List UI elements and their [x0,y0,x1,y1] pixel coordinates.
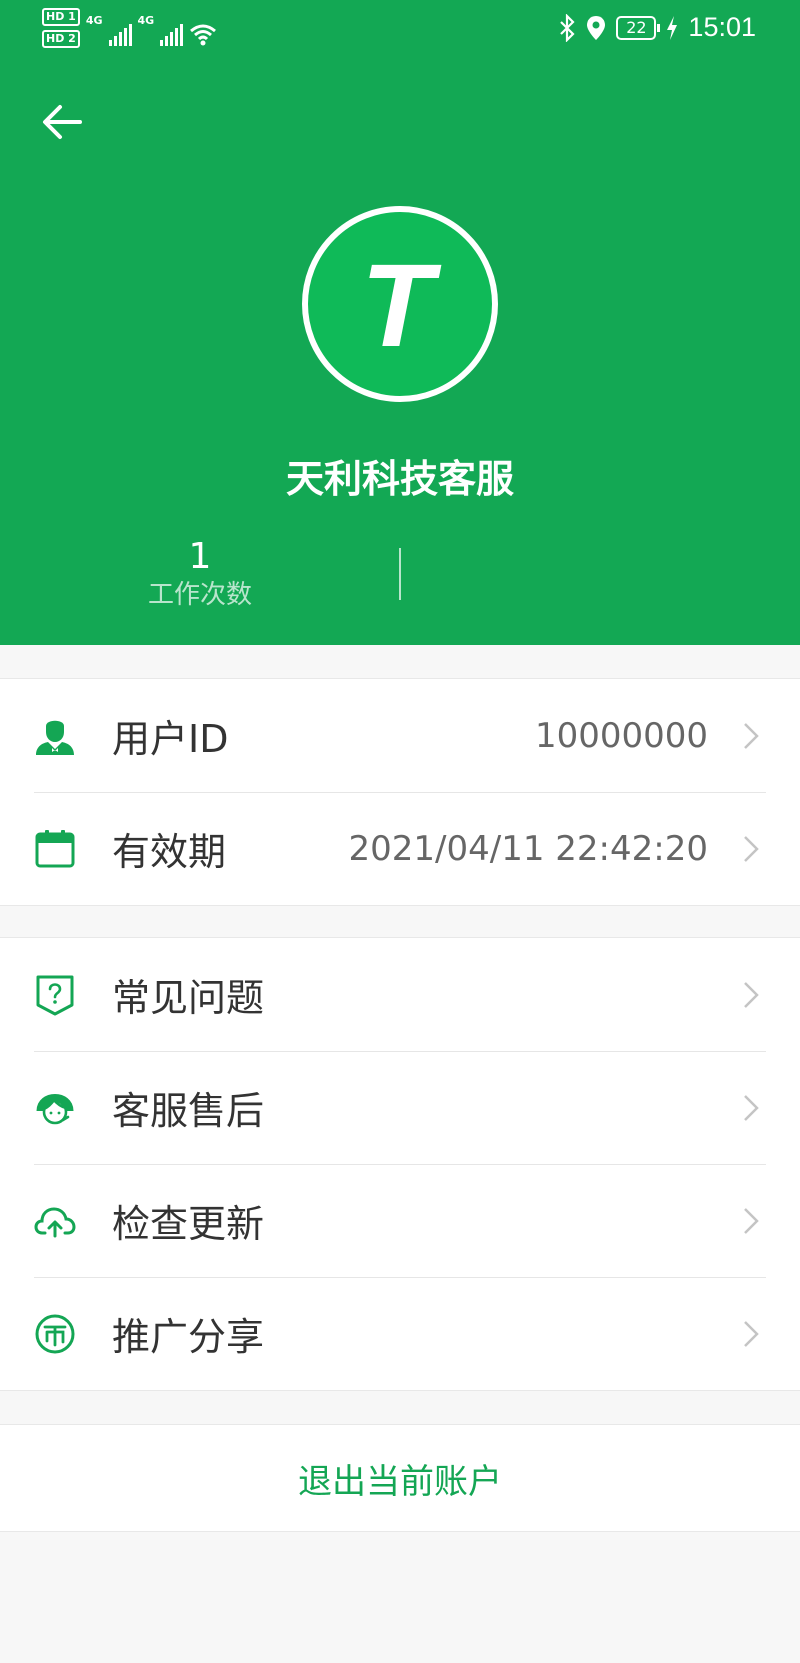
chevron-right-icon [744,835,759,862]
user-icon [36,720,74,755]
location-icon [587,15,606,40]
cloud-upload-icon [34,1206,76,1237]
signal1-icon [108,22,132,46]
chevron-right-icon [744,1094,759,1121]
row-label: 用户ID [112,717,229,761]
row-label: 推广分享 [112,1315,265,1359]
profile-name: 天利科技客服 [285,457,514,501]
question-icon [36,975,74,1015]
row-label: 常见问题 [112,976,265,1020]
chevron-right-icon [744,981,759,1008]
row-value: 10000000 [534,715,708,756]
row-user-id[interactable]: 用户ID 10000000 [0,679,800,792]
chevron-right-icon [744,1207,759,1234]
network1-label: 4G [85,14,103,27]
battery-icon: 22 [616,15,661,40]
status-bar: HD 1 HD 2 4G 4G 22 15:01 [0,0,800,60]
bluetooth-icon [560,13,575,42]
stat-divider [399,548,401,600]
charging-icon [667,15,678,40]
sim2-label: HD 2 [42,30,80,48]
stat-label: 工作次数 [147,580,252,610]
row-promote-share[interactable]: 推广分享 [0,1277,800,1390]
calendar-icon [35,829,75,867]
wifi-icon [190,24,217,46]
network2-label: 4G [137,14,155,27]
back-arrow-icon[interactable] [40,100,84,144]
row-check-update[interactable]: 检查更新 [0,1164,800,1277]
coin-icon [35,1314,75,1353]
row-label: 有效期 [112,830,227,874]
row-label: 客服售后 [112,1089,265,1133]
account-group: 用户ID 10000000 有效期 2021/04/11 22:42:20 [0,678,800,906]
row-expiry[interactable]: 有效期 2021/04/11 22:42:20 [0,792,800,905]
avatar-letter: T [360,240,434,372]
chevron-right-icon [744,722,759,749]
customer-service-icon [36,1093,74,1124]
logout-button[interactable]: 退出当前账户 [0,1424,800,1532]
row-faq[interactable]: 常见问题 [0,938,800,1051]
row-value: 2021/04/11 22:42:20 [348,828,708,869]
profile-header: HD 1 HD 2 4G 4G 22 15:01 T 天利科技客服 1 工作次数 [0,0,800,645]
sim1-label: HD 1 [42,8,80,26]
stat-work-count: 1 工作次数 [100,536,300,612]
chevron-right-icon [744,1320,759,1347]
menu-group: 常见问题 客服售后 检查更新 推广分享 [0,937,800,1391]
stat-value: 1 [188,536,212,577]
clock: 15:01 [688,12,756,42]
row-customer-service[interactable]: 客服售后 [0,1051,800,1164]
signal2-icon [160,22,184,46]
avatar: T [302,206,498,402]
row-label: 检查更新 [112,1202,265,1246]
